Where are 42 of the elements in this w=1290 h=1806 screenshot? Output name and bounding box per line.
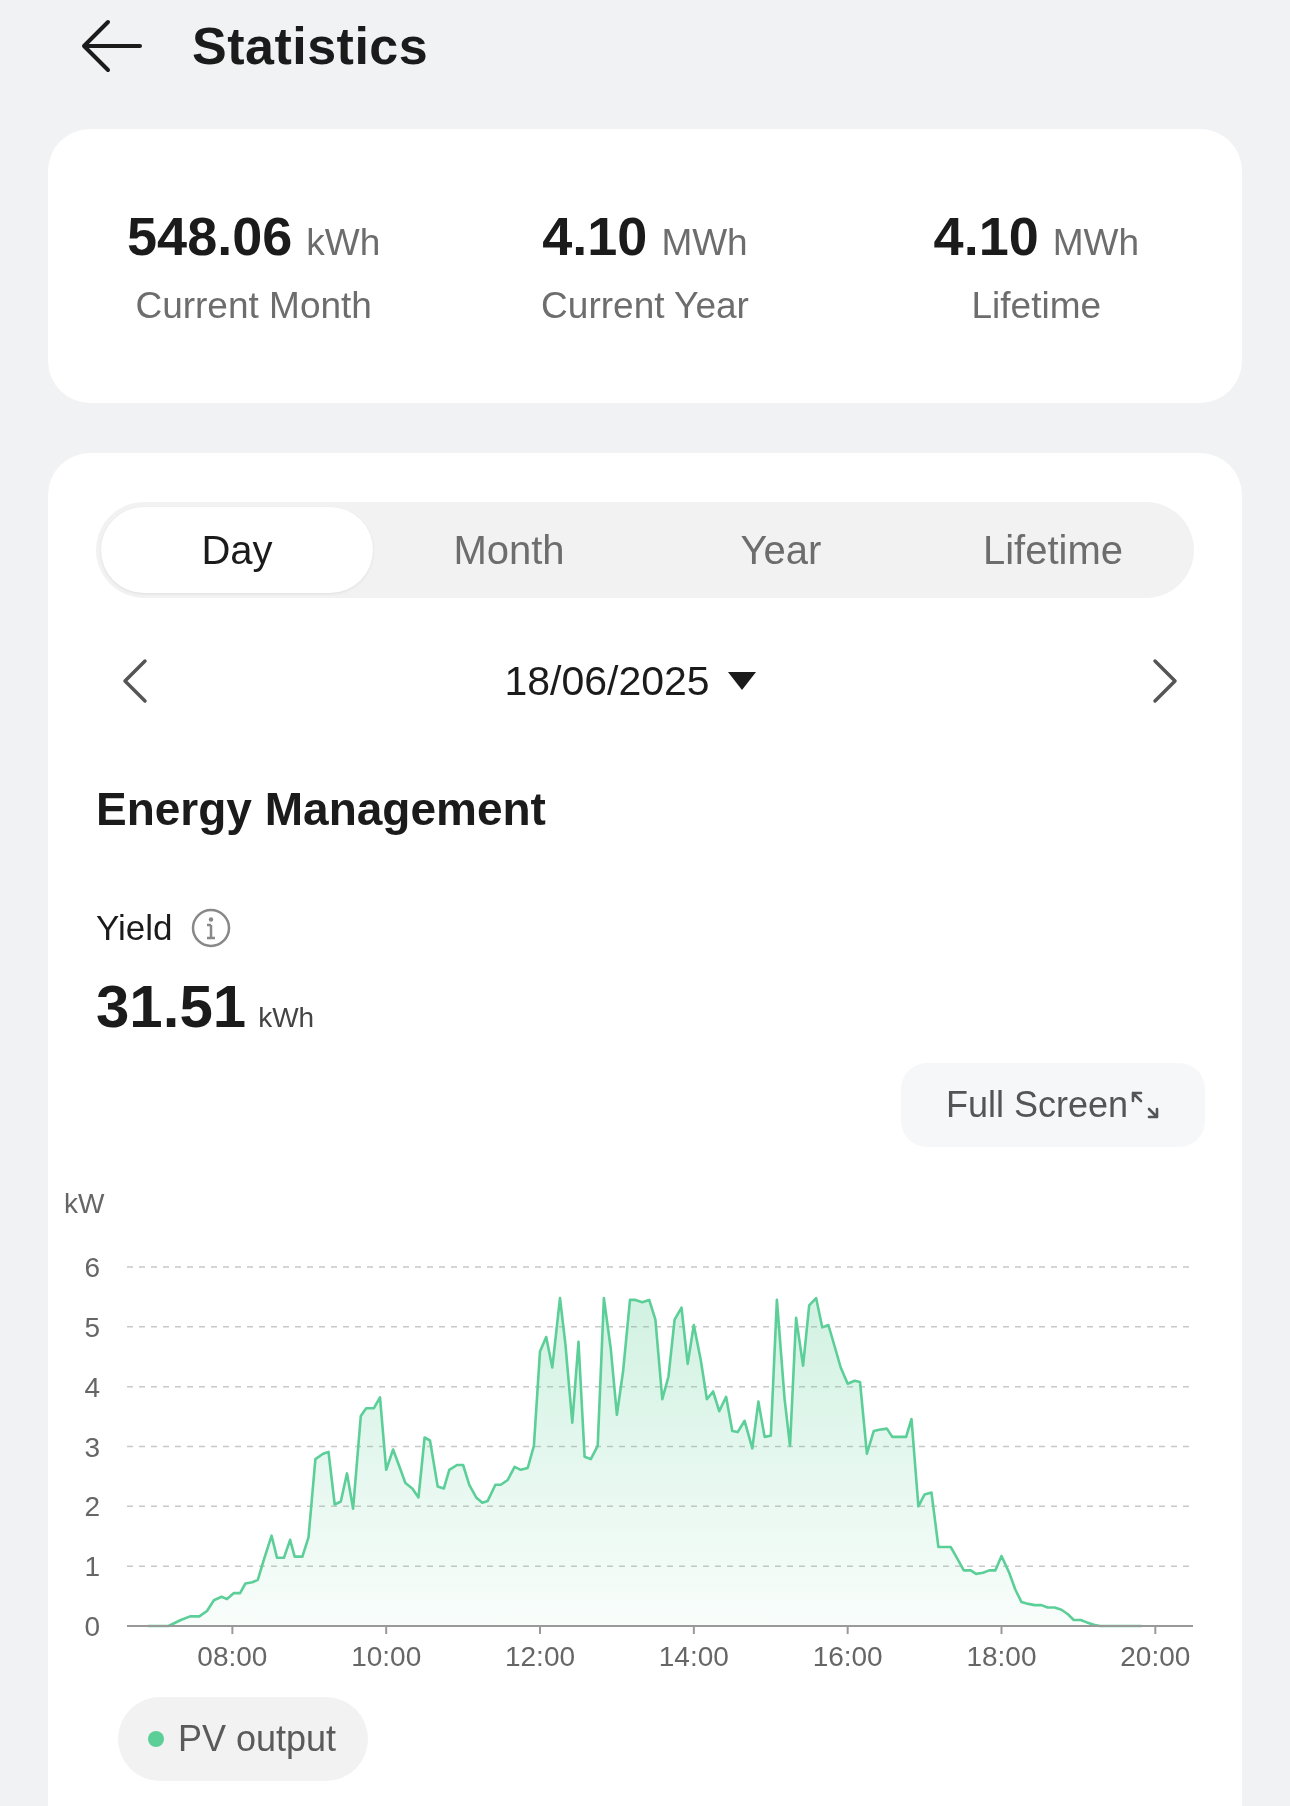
stat-label: Current Month xyxy=(135,285,372,327)
chevron-left-icon xyxy=(122,658,148,704)
info-icon[interactable] xyxy=(190,908,231,948)
back-arrow-icon xyxy=(80,18,142,74)
period-tab[interactable]: Year xyxy=(645,507,917,593)
stat-value: 548.06 xyxy=(127,205,293,267)
period-tab[interactable]: Month xyxy=(373,507,645,593)
stat-value: 4.10 xyxy=(933,205,1039,267)
axis-label: 20:00 xyxy=(1120,1641,1191,1672)
period-tab[interactable]: Lifetime xyxy=(917,507,1189,593)
axis-label: 12:00 xyxy=(505,1641,576,1672)
yield-label: Yield xyxy=(96,908,173,948)
stat-unit: kWh xyxy=(306,222,381,264)
stat-value: 4.10 xyxy=(542,205,648,267)
axis-label: 08:00 xyxy=(197,1641,268,1672)
axis-label: 2 xyxy=(84,1491,100,1523)
stat-unit: MWh xyxy=(1052,222,1140,264)
axis-title: kW xyxy=(64,1188,105,1219)
page-title: Statistics xyxy=(192,16,429,76)
axis-label: 16:00 xyxy=(812,1641,883,1672)
axis-label: 10:00 xyxy=(351,1641,422,1672)
stat-label: Lifetime xyxy=(971,285,1102,327)
period-tab[interactable]: Day xyxy=(101,507,373,593)
stat-unit: MWh xyxy=(661,222,748,264)
stat-label: Current Year xyxy=(541,285,749,327)
expand-icon xyxy=(1130,1090,1161,1120)
axis-label: 1 xyxy=(84,1551,100,1583)
yield-unit: kWh xyxy=(258,1002,315,1034)
chevron-right-icon xyxy=(1152,658,1178,704)
yield-value: 31.51 xyxy=(96,972,247,1041)
axis-label: 5 xyxy=(84,1311,100,1343)
axis-label: 0 xyxy=(84,1611,100,1642)
full-screen-button[interactable]: Full Screen xyxy=(901,1063,1205,1147)
axis-label: 18:00 xyxy=(966,1641,1037,1672)
axis-label: 4 xyxy=(84,1371,100,1403)
axis-label: 6 xyxy=(84,1252,100,1283)
axis-label: 14:00 xyxy=(658,1641,729,1672)
axis-label: 3 xyxy=(84,1431,100,1463)
legend-item[interactable]: PV output xyxy=(118,1697,369,1781)
section-title: Energy Management xyxy=(96,782,547,836)
caret-down-icon xyxy=(727,672,756,690)
date-dropdown[interactable]: 18/06/2025 xyxy=(504,657,756,705)
